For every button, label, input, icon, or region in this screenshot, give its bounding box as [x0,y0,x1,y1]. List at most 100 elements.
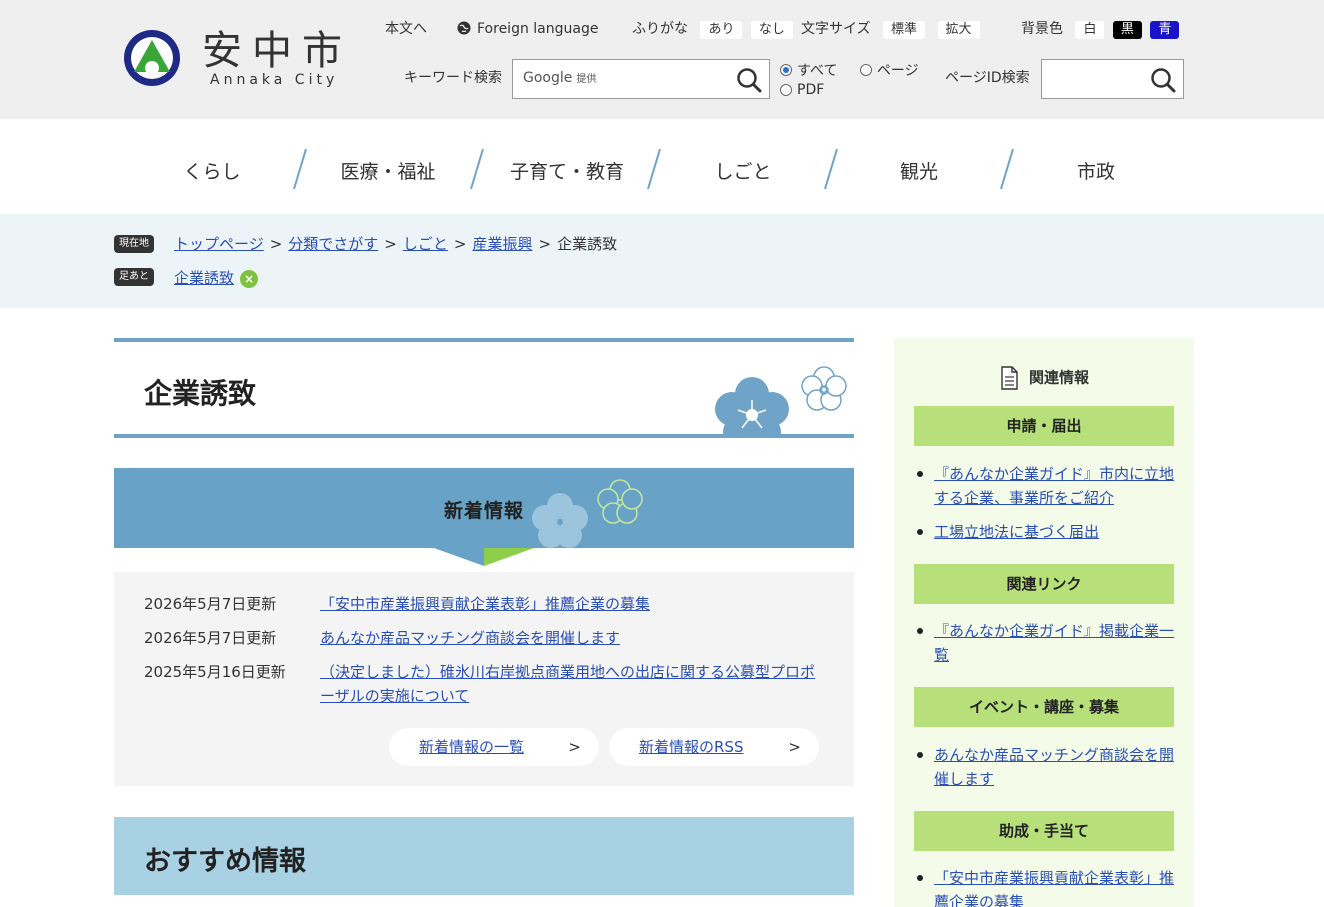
furigana-toggle: ふりがな あり なし [632,18,793,40]
news-list-button[interactable]: 新着情報の一覧 > [389,728,599,766]
radio-pdf[interactable]: PDF [780,80,824,100]
sidebar-list-subsidies: 「安中市産業振興貢献企業表彰」推薦企業の募集 [914,866,1174,907]
breadcrumb-area: 現在地 トップページ > 分類でさがす > しごと > 産業振興 > 企業誘致 足あと 企業誘致… [0,214,1324,308]
news-rss-button[interactable]: 新着情報のRSS > [609,728,819,766]
nav-medical-welfare[interactable]: 医療・福祉 [338,157,438,184]
search-icon[interactable] [735,66,763,94]
breadcrumb-separator: > [453,235,467,253]
radio-page-label: ページ [876,63,919,79]
nav-work[interactable]: しごと [708,157,778,184]
news-section-title: 新着情報 [443,500,524,522]
globe-icon [457,21,471,35]
breadcrumb-separator: > [384,235,397,253]
font-size-control: 文字サイズ 標準 拡大 [801,18,980,40]
nav-child-education[interactable]: 子育て・教育 [507,157,627,184]
news-link[interactable]: （決定しました）碓氷川右岸拠点商業用地への出店に関する公募型プロポーザルの実施に… [320,660,820,708]
news-link[interactable]: 「安中市産業振興貢献企業表彰」推薦企業の募集 [320,592,820,616]
sidebar-link[interactable]: 「安中市産業振興貢献企業表彰」推薦企業の募集 [934,869,1174,907]
breadcrumb-category[interactable]: 分類でさがす [288,235,378,253]
radio-unselected-icon [859,64,872,76]
furigana-on-button[interactable]: あり [700,21,743,39]
sidebar-list-events: あんなか産品マッチング商談会を開催します [914,743,1174,801]
logo-subtitle: Annaka City [210,72,339,88]
document-icon [1001,366,1018,390]
nav-kurashi[interactable]: くらし [182,157,242,184]
font-size-standard-button[interactable]: 標準 [883,21,926,39]
breadcrumb-separator: > [538,235,552,253]
font-size-large-button[interactable]: 拡大 [937,21,980,39]
history-link[interactable]: 企業誘致 [174,269,234,287]
google-text: Google [523,70,573,86]
site-logo[interactable]: 安中市 Annaka City [122,28,372,92]
news-list-label: 新着情報の一覧 [419,738,525,756]
recommended-title: おすすめ情報 [144,846,306,877]
breadcrumb-top[interactable]: トップページ [174,235,264,253]
history-tag: 足あと [114,268,154,286]
sidebar-title: 関連情報 [894,366,1194,390]
sidebar-list-applications: 『あんなか企業ガイド』市内に立地する企業、事業所をご紹介 工場立地法に基づく届出 [914,462,1174,554]
keyword-search-label: キーワード検索 [404,70,502,86]
foreign-language-label: Foreign language [477,21,599,37]
radio-selected-icon [780,64,792,76]
font-size-label: 文字サイズ [801,21,871,37]
chevron-right-icon: > [788,738,801,756]
background-color-control: 背景色 白 黒 青 [1021,18,1180,40]
furigana-off-button[interactable]: なし [750,21,793,39]
breadcrumb-separator: > [269,235,283,253]
sidebar-heading-subsidies: 助成・手当て [914,811,1174,851]
bg-black-button[interactable]: 黒 [1112,21,1142,39]
radio-all-label: すべて [797,63,838,79]
nav-city-government[interactable]: 市政 [1066,157,1126,184]
sidebar-heading-applications: 申請・届出 [914,406,1174,446]
foreign-language-link[interactable]: Foreign language [457,18,598,40]
page-title: 企業誘致 [144,377,257,410]
sidebar-link[interactable]: 『あんなか企業ガイド』掲載企業一覧 [934,622,1174,664]
nav-divider [1000,149,1014,189]
radio-all[interactable]: すべて [780,60,837,80]
list-item: 『あんなか企業ガイド』市内に立地する企業、事業所をご紹介 [914,462,1174,510]
nav-tourism[interactable]: 観光 [889,157,949,184]
news-link[interactable]: あんなか産品マッチング商談会を開催します [320,626,820,650]
current-location-tag: 現在地 [114,235,154,253]
page-id-search-label: ページID検索 [945,70,1030,86]
news-rss-label: 新着情報のRSS [639,738,744,756]
background-color-label: 背景色 [1021,21,1063,37]
list-item: 工場立地法に基づく届出 [914,520,1174,544]
sidebar-link[interactable]: 『あんなか企業ガイド』市内に立地する企業、事業所をご紹介 [934,465,1174,507]
search-icon[interactable] [1149,66,1177,94]
plum-blossom-icon [715,366,847,434]
history-trail: 企業誘致 × [174,267,259,288]
breadcrumb-work[interactable]: しごと [403,235,448,253]
city-emblem-icon [124,30,180,86]
chevron-right-icon: > [568,738,581,756]
news-header: 新着情報 [114,468,854,548]
sidebar-link[interactable]: 工場立地法に基づく届出 [934,523,1099,541]
search-scope-radios: すべて ページ PDF [780,60,937,100]
logo-title: 安中市 [202,28,352,74]
news-date: 2026年5月7日更新 [144,629,277,647]
list-item: 「安中市産業振興貢献企業表彰」推薦企業の募集 [914,866,1174,907]
sidebar-title-text: 関連情報 [1028,368,1089,387]
bg-blue-button[interactable]: 青 [1150,21,1180,39]
close-icon[interactable]: × [240,269,259,288]
radio-unselected-icon [780,84,792,96]
recommended-section-header: おすすめ情報 [114,817,854,895]
sidebar-list-related-links: 『あんなか企業ガイド』掲載企業一覧 [914,619,1174,677]
skip-to-content-link[interactable]: 本文へ [385,18,427,40]
nav-divider [824,149,838,189]
google-sub: 提供 [576,74,597,85]
related-info-sidebar: 関連情報 申請・届出 『あんなか企業ガイド』市内に立地する企業、事業所をご紹介 … [894,338,1194,907]
keyword-search-input[interactable]: Google 提供 [512,59,770,99]
sidebar-heading-related-links: 関連リンク [914,564,1174,604]
radio-page[interactable]: ページ [859,60,919,80]
page-id-search-input[interactable] [1041,59,1184,99]
radio-pdf-label: PDF [797,82,825,98]
breadcrumb: トップページ > 分類でさがす > しごと > 産業振興 > 企業誘致 [174,233,617,254]
site-header: 安中市 Annaka City 本文へ Foreign language ふりが… [0,0,1324,119]
sidebar-heading-events: イベント・講座・募集 [914,687,1174,727]
google-mark: Google 提供 [523,70,596,86]
bg-white-button[interactable]: 白 [1075,21,1105,39]
breadcrumb-industry[interactable]: 産業振興 [472,235,532,253]
furigana-label: ふりがな [632,21,688,37]
sidebar-link[interactable]: あんなか産品マッチング商談会を開催します [934,746,1174,788]
